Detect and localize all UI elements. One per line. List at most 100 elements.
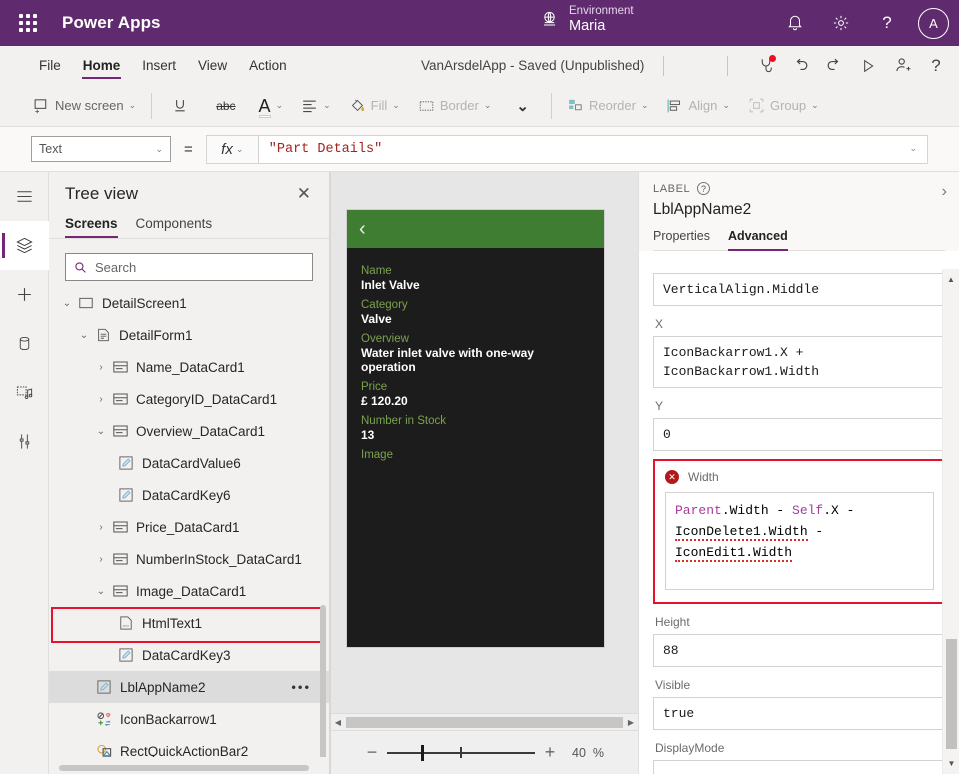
field-displaymode-input[interactable] (653, 760, 946, 774)
canvas-horizontal-scrollbar[interactable]: ◀ ▶ (331, 713, 638, 730)
field-visible-input[interactable]: true (653, 697, 946, 730)
tree-node-more-options-icon[interactable]: ••• (291, 680, 311, 695)
environment-selector[interactable]: Environment Maria (540, 4, 634, 35)
chevron-down-icon[interactable]: ⌄ (76, 330, 92, 341)
chevron-down-icon[interactable]: ⌄ (59, 298, 75, 309)
canvas-scroll-thumb[interactable] (346, 717, 623, 728)
zoom-slider-thumb[interactable] (421, 745, 424, 761)
tab-screens[interactable]: Screens (65, 212, 118, 238)
tree-node-price-datacard1[interactable]: › Price_DataCard1 (49, 511, 329, 543)
back-chevron-icon[interactable]: ‹ (359, 218, 366, 241)
font-color-button[interactable]: A ⌄ (250, 91, 293, 121)
properties-scrollbar[interactable]: ▲ ▼ (942, 269, 959, 774)
chevron-right-icon[interactable]: › (93, 522, 109, 533)
tree-view-icon[interactable] (0, 221, 49, 270)
datacard-icon (109, 553, 131, 565)
border-button[interactable]: Border ⌄ (409, 91, 501, 121)
tree-node-detailform1[interactable]: ⌄ DetailForm1 (49, 319, 329, 351)
scroll-up-icon[interactable]: ▲ (943, 271, 959, 288)
tree-node-datacardvalue6[interactable]: DataCardValue6 (49, 447, 329, 479)
align-text-button[interactable]: ⌄ (292, 91, 340, 121)
tab-components[interactable]: Components (136, 212, 213, 238)
app-launcher-icon[interactable] (8, 14, 48, 32)
tree-node-datacardkey3[interactable]: DataCardKey3 (49, 639, 329, 671)
chevron-down-icon[interactable]: ⌄ (93, 586, 109, 597)
group-button[interactable]: Group ⌄ (739, 91, 828, 121)
media-icon[interactable] (0, 368, 49, 417)
chevron-right-icon[interactable]: › (93, 554, 109, 565)
chevron-right-icon[interactable]: › (942, 183, 947, 201)
avatar[interactable]: A (918, 8, 949, 39)
menu-item-action[interactable]: Action (238, 46, 298, 85)
field-x-input[interactable]: IconBackarrow1.X + IconBackarrow1.Width (653, 336, 946, 388)
tree-node-detailscreen1[interactable]: ⌄ DetailScreen1 (49, 287, 329, 319)
fill-button[interactable]: Fill ⌄ (340, 91, 409, 121)
tree-vertical-scrollbar[interactable] (320, 605, 326, 757)
zoom-in-button[interactable]: + (537, 742, 563, 763)
chevron-right-icon[interactable]: › (93, 394, 109, 405)
tree-node-label: Name_DataCard1 (136, 360, 245, 375)
align-button[interactable]: Align ⌄ (657, 91, 738, 121)
tree-node-iconbackarrow1[interactable]: IconBackarrow1 (49, 703, 329, 735)
scroll-right-icon[interactable]: ▶ (624, 718, 638, 727)
fx-button[interactable]: fx ⌄ (206, 135, 259, 164)
undo-icon[interactable] (783, 46, 817, 85)
tree-node-categoryid-datacard1[interactable]: › CategoryID_DataCard1 (49, 383, 329, 415)
gear-icon[interactable] (820, 0, 862, 46)
tree-horizontal-scrollbar[interactable] (59, 765, 309, 771)
share-user-icon[interactable] (885, 46, 919, 85)
chevron-right-icon[interactable]: › (93, 362, 109, 373)
tree-node-name-datacard1[interactable]: › Name_DataCard1 (49, 351, 329, 383)
menu-item-file[interactable]: File (28, 46, 72, 85)
bell-icon[interactable] (774, 0, 816, 46)
tree-node-htmltext1[interactable]: <•> HtmlText1 (49, 607, 329, 639)
field-height-input[interactable]: 88 (653, 634, 946, 667)
help-icon[interactable]: ? (919, 46, 953, 85)
preview-play-icon[interactable] (851, 46, 885, 85)
question-icon[interactable]: ? (697, 182, 710, 195)
chevron-down-icon: ⌄ (516, 97, 529, 115)
properties-scroll-thumb[interactable] (946, 639, 957, 749)
new-screen-button[interactable]: New screen ⌄ (24, 91, 145, 121)
menu-item-insert[interactable]: Insert (131, 46, 187, 85)
menu-item-view[interactable]: View (187, 46, 238, 85)
chevron-down-icon[interactable]: ⌄ (909, 144, 917, 154)
question-icon[interactable]: ? (866, 0, 908, 46)
phone-preview[interactable]: ‹ Name Inlet Valve Category Valve Overvi… (347, 210, 604, 647)
strikethrough-button[interactable]: abc (202, 91, 249, 121)
search-icon (74, 261, 87, 274)
tree-node-rectquickactionbar2[interactable]: RectQuickActionBar2 (49, 735, 329, 757)
reorder-button[interactable]: Reorder ⌄ (558, 91, 658, 121)
tree-node-image-datacard1[interactable]: ⌄ Image_DataCard1 (49, 575, 329, 607)
field-width-input[interactable]: Parent.Width - Self.X - IconDelete1.Widt… (665, 492, 934, 590)
zoom-out-button[interactable]: − (359, 742, 385, 763)
formula-input[interactable]: "Part Details" ⌄ (259, 135, 928, 164)
tree-node-overview-datacard1[interactable]: ⌄ Overview_DataCard1 (49, 415, 329, 447)
scroll-left-icon[interactable]: ◀ (331, 718, 345, 727)
tree-node-datacardkey6[interactable]: DataCardKey6 (49, 479, 329, 511)
ribbon-overflow-button[interactable]: ⌄ (500, 91, 545, 121)
property-dropdown[interactable]: Text ⌄ (31, 136, 171, 162)
scroll-down-icon[interactable]: ▼ (943, 755, 959, 772)
hamburger-menu-icon[interactable] (0, 172, 49, 221)
tree-node-lblappname2[interactable]: LblAppName2 ••• (49, 671, 329, 703)
redo-icon[interactable] (817, 46, 851, 85)
zoom-slider[interactable] (387, 743, 535, 763)
formula-bar: Text ⌄ = fx ⌄ "Part Details" ⌄ (0, 127, 959, 172)
app-checker-icon[interactable] (749, 46, 783, 85)
field-y-input[interactable]: 0 (653, 418, 946, 451)
search-input[interactable]: Search (65, 253, 313, 281)
app-save-status: VanArsdelApp - Saved (Unpublished) (421, 46, 644, 85)
close-icon[interactable]: ✕ (295, 184, 313, 204)
data-sources-icon[interactable] (0, 319, 49, 368)
zoom-value: 40 (572, 746, 586, 760)
tab-advanced[interactable]: Advanced (728, 229, 788, 250)
insert-plus-icon[interactable] (0, 270, 49, 319)
chevron-down-icon[interactable]: ⌄ (93, 426, 109, 437)
advanced-tools-icon[interactable] (0, 417, 49, 466)
tab-properties[interactable]: Properties (653, 229, 710, 250)
underline-button[interactable] (158, 91, 202, 121)
menu-item-home[interactable]: Home (72, 46, 132, 85)
tree-node-numberinstock-datacard1[interactable]: › NumberInStock_DataCard1 (49, 543, 329, 575)
field-verticalalign-input[interactable]: VerticalAlign.Middle (653, 273, 946, 306)
